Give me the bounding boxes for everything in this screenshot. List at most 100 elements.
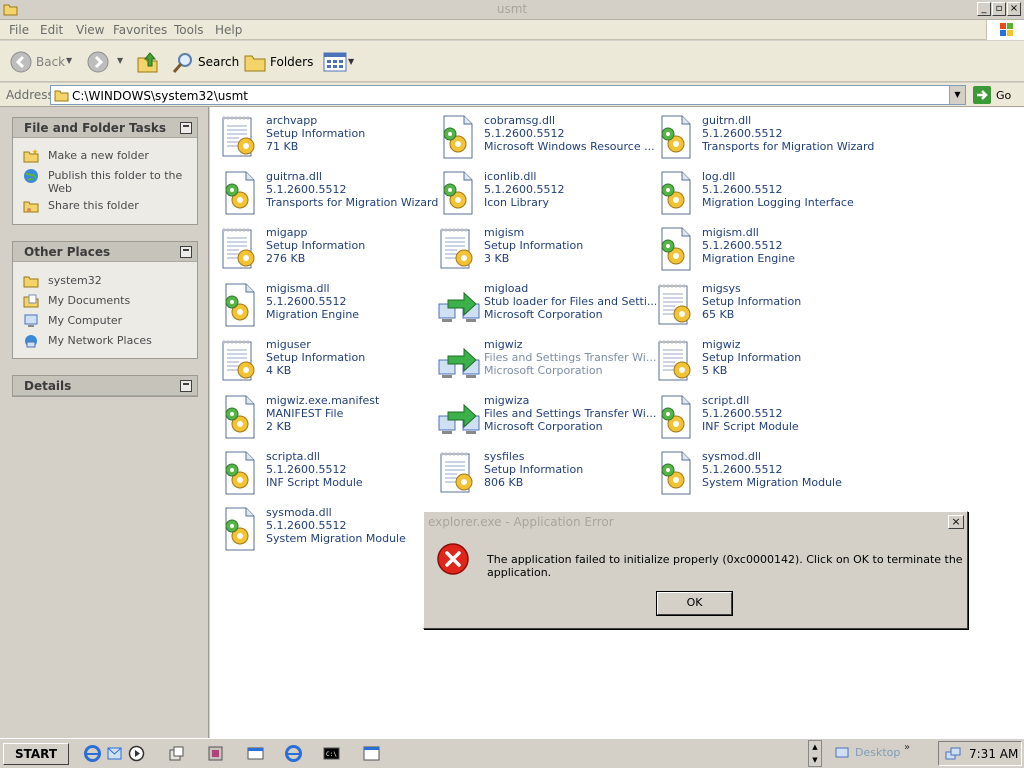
go-arrow-icon <box>973 86 991 104</box>
dll-icon <box>654 450 696 496</box>
file-item[interactable]: sysfiles Setup Information 806 KB <box>436 450 654 502</box>
dll-icon <box>436 114 478 160</box>
file-item[interactable]: migism.dll 5.1.2600.5512 Migration Engine <box>654 226 872 278</box>
folders-icon[interactable] <box>244 51 266 73</box>
file-item[interactable]: archvapp Setup Information 71 KB <box>218 114 436 166</box>
views-dropdown-icon[interactable]: ▼ <box>348 57 354 66</box>
forward-dropdown-icon[interactable]: ▼ <box>117 56 123 65</box>
file-item[interactable]: migism Setup Information 3 KB <box>436 226 654 278</box>
ok-button[interactable]: OK <box>656 591 733 616</box>
file-item[interactable]: sysmod.dll 5.1.2600.5512 System Migration … <box>654 450 872 502</box>
file-type: 5.1.2600.5512 <box>702 239 783 252</box>
search-button-label[interactable]: Search <box>198 55 239 69</box>
file-item[interactable]: migwiz Files and Settings Transfer Wi... M… <box>436 338 656 390</box>
minimize-button[interactable]: _ <box>977 2 991 16</box>
file-type: Setup Information <box>266 239 366 252</box>
desktop-toolbar-icon[interactable] <box>834 745 850 761</box>
file-folder-tasks-panel: File and Folder Tasks Make a new folder … <box>12 117 198 225</box>
globe-icon <box>24 169 38 183</box>
files-transfer-icon[interactable] <box>168 745 185 762</box>
internet-explorer-window-icon[interactable] <box>285 745 302 762</box>
internet-explorer-icon[interactable] <box>84 745 101 762</box>
file-item[interactable]: migload Stub loader for Files and Setti..… <box>436 282 656 334</box>
collapse-icon[interactable] <box>180 380 192 392</box>
go-button[interactable]: Go <box>970 85 1020 105</box>
menu-file[interactable]: File <box>9 23 29 37</box>
network-status-icon[interactable] <box>945 746 961 762</box>
file-item[interactable]: migwiza Files and Settings Transfer Wi...… <box>436 394 656 446</box>
file-detail: 71 KB <box>266 140 299 153</box>
toolbar-expand-icon[interactable]: » <box>904 742 910 753</box>
file-type: 5.1.2600.5512 <box>702 407 783 420</box>
setup-inf-icon <box>218 114 260 160</box>
application-error-dialog: explorer.exe - Application Error × The a… <box>423 511 968 629</box>
file-item[interactable]: migapp Setup Information 276 KB <box>218 226 436 278</box>
menu-tools[interactable]: Tools <box>174 23 204 37</box>
forward-arrow-icon[interactable] <box>87 51 109 73</box>
dll-icon <box>654 170 696 216</box>
file-name: archvapp <box>266 114 318 127</box>
folders-button-label[interactable]: Folders <box>270 55 313 69</box>
explorer-window-icon[interactable] <box>247 745 264 762</box>
menu-help[interactable]: Help <box>215 23 242 37</box>
file-item[interactable]: sysmoda.dll 5.1.2600.5512 System Migration… <box>218 506 436 558</box>
file-name: migwiz <box>484 338 523 351</box>
file-item[interactable]: migwiz Setup Information 5 KB <box>654 338 872 390</box>
computer-icon <box>24 314 38 327</box>
menu-edit[interactable]: Edit <box>40 23 63 37</box>
start-button[interactable]: START <box>3 743 69 765</box>
file-name: miguser <box>266 338 311 351</box>
menu-bar: File Edit View Favorites Tools Help <box>0 20 1024 40</box>
blank-window-icon[interactable] <box>363 745 380 762</box>
maximize-button[interactable]: ▫ <box>992 2 1006 16</box>
menu-view[interactable]: View <box>76 23 104 37</box>
file-item[interactable]: iconlib.dll 5.1.2600.5512 Icon Library <box>436 170 654 222</box>
file-item[interactable]: guitrna.dll 5.1.2600.5512 Transports for M… <box>218 170 438 222</box>
error-icon <box>437 543 469 575</box>
window-title-bar[interactable]: usmt _ ▫ × <box>0 0 1024 20</box>
file-item[interactable]: log.dll 5.1.2600.5512 Migration Logging In… <box>654 170 872 222</box>
go-button-label: Go <box>996 89 1012 102</box>
up-folder-icon[interactable] <box>136 50 160 74</box>
back-dropdown-icon[interactable]: ▼ <box>66 56 72 65</box>
dialog-close-button[interactable]: × <box>948 515 964 529</box>
panel-header[interactable]: File and Folder Tasks <box>13 118 197 138</box>
collapse-icon[interactable] <box>180 246 192 258</box>
file-item[interactable]: miguser Setup Information 4 KB <box>218 338 436 390</box>
file-item[interactable]: scripta.dll 5.1.2600.5512 INF Script Modul… <box>218 450 436 502</box>
address-value[interactable]: C:\WINDOWS\system32\usmt <box>72 89 248 103</box>
setup-inf-icon <box>436 226 478 272</box>
menu-favorites[interactable]: Favorites <box>113 23 167 37</box>
media-player-icon[interactable] <box>128 745 145 762</box>
file-name: sysfiles <box>484 450 525 463</box>
folder-icon <box>23 276 39 288</box>
panel-title: Other Places <box>24 245 111 259</box>
transfer-wizard-icon <box>436 394 480 440</box>
outlook-express-icon[interactable] <box>106 745 123 762</box>
file-item[interactable]: script.dll 5.1.2600.5512 INF Script Module <box>654 394 872 446</box>
back-arrow-icon[interactable] <box>10 51 32 73</box>
file-item[interactable]: cobramsg.dll 5.1.2600.5512 Microsoft Windo… <box>436 114 655 166</box>
close-button[interactable]: × <box>1007 2 1021 16</box>
panel-header[interactable]: Details <box>13 376 197 396</box>
command-prompt-icon[interactable]: C:\ <box>323 745 340 762</box>
app-window-icon[interactable] <box>207 745 224 762</box>
panel-header[interactable]: Other Places <box>13 242 197 262</box>
file-item[interactable]: migsys Setup Information 65 KB <box>654 282 872 334</box>
clock[interactable]: 7:31 AM <box>969 747 1018 761</box>
file-name: sysmoda.dll <box>266 506 332 519</box>
dll-icon <box>218 282 260 328</box>
other-places-panel: Other Places system32 My Documents My Co… <box>12 241 198 359</box>
collapse-icon[interactable] <box>180 122 192 134</box>
desktop-toolbar-label[interactable]: Desktop <box>855 746 900 759</box>
address-dropdown-icon[interactable]: ▼ <box>949 86 965 104</box>
file-item[interactable]: migwiz.exe.manifest MANIFEST File 2 KB <box>218 394 436 446</box>
views-icon[interactable] <box>323 52 347 72</box>
back-button-label[interactable]: Back <box>36 55 65 69</box>
file-item[interactable]: migisma.dll 5.1.2600.5512 Migration Engine <box>218 282 436 334</box>
file-item[interactable]: guitrn.dll 5.1.2600.5512 Transports for Mi… <box>654 114 874 166</box>
dll-icon <box>218 394 260 440</box>
address-input[interactable]: C:\WINDOWS\system32\usmt ▼ <box>50 85 966 105</box>
search-icon[interactable] <box>171 51 195 75</box>
taskbar-scroll-buttons[interactable]: ▲ ▼ <box>808 740 822 767</box>
